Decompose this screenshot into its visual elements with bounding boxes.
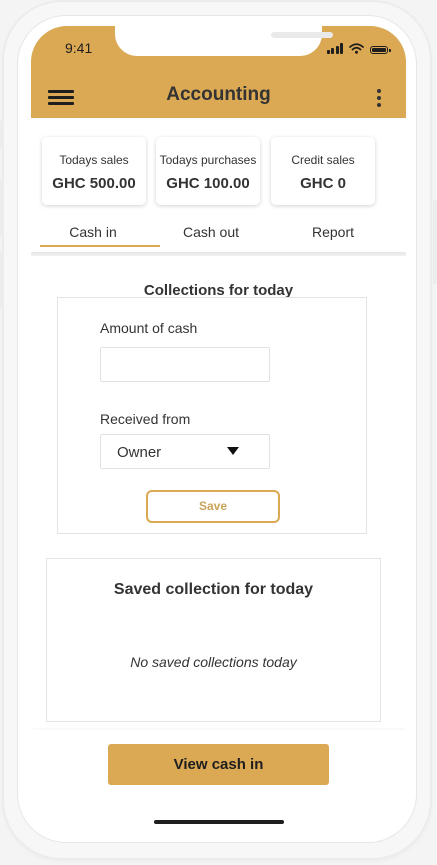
- notch: [115, 26, 333, 56]
- volume-down-button: [0, 252, 4, 308]
- view-cash-in-button[interactable]: View cash in: [108, 744, 329, 785]
- power-button: [433, 200, 437, 284]
- status-time: 9:41: [65, 40, 93, 56]
- app-screen: 9:41 Accounting Todays sales GHC 500.00: [31, 26, 406, 826]
- collection-form: Amount of cash Received from Owner Save: [57, 297, 367, 534]
- cellular-signal-icon: [326, 43, 343, 54]
- card-value: GHC 500.00: [52, 175, 136, 192]
- credit-sales-card: Credit sales GHC 0: [271, 137, 375, 205]
- saved-collections-box: Saved collection for today No saved coll…: [46, 558, 381, 722]
- tab-report[interactable]: Report: [273, 224, 393, 240]
- speaker-grille: [271, 32, 333, 38]
- app-header: 9:41 Accounting: [31, 26, 406, 118]
- cash-in-panel: Collections for today Amount of cash Rec…: [31, 256, 406, 730]
- saved-collections-title: Saved collection for today: [113, 581, 314, 598]
- todays-sales-card: Todays sales GHC 500.00: [42, 137, 146, 205]
- home-indicator-area: [31, 800, 406, 826]
- todays-purchases-card: Todays purchases GHC 100.00: [156, 137, 260, 205]
- received-from-value: Owner: [117, 444, 162, 461]
- battery-icon: [370, 46, 391, 54]
- status-icons: [326, 42, 391, 54]
- amount-input[interactable]: [100, 347, 270, 382]
- card-value: GHC 100.00: [166, 175, 250, 192]
- home-indicator[interactable]: [154, 820, 284, 824]
- dropdown-caret-icon: [227, 447, 239, 455]
- volume-up-button: [0, 180, 4, 236]
- bottom-action-bar: View cash in: [31, 730, 406, 800]
- vertical-dots-icon[interactable]: [376, 89, 382, 107]
- card-label: Credit sales: [291, 153, 355, 167]
- mute-switch: [0, 120, 4, 148]
- wifi-icon: [349, 43, 364, 54]
- amount-label: Amount of cash: [100, 320, 198, 336]
- empty-state-message: No saved collections today: [130, 654, 297, 670]
- page-title: Accounting: [166, 84, 271, 105]
- card-value: GHC 0: [300, 175, 346, 192]
- received-from-label: Received from: [100, 411, 191, 427]
- summary-section: Todays sales GHC 500.00 Todays purchases…: [31, 118, 406, 252]
- received-from-select[interactable]: Owner: [100, 434, 270, 469]
- card-label: Todays purchases: [159, 153, 257, 167]
- tab-cash-in[interactable]: Cash in: [33, 224, 153, 240]
- save-button[interactable]: Save: [146, 490, 280, 523]
- active-tab-indicator: [40, 245, 160, 247]
- card-label: Todays sales: [59, 153, 129, 167]
- tab-cash-out[interactable]: Cash out: [151, 224, 271, 240]
